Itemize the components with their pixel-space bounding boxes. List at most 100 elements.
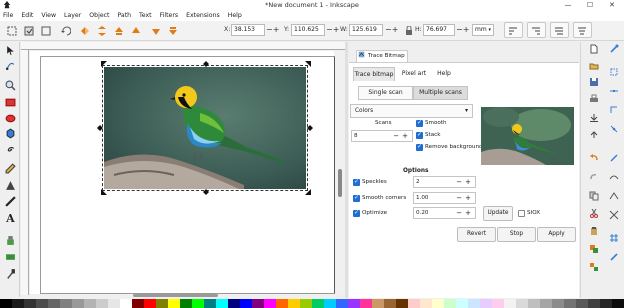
scale-handle-bottom-right[interactable] bbox=[305, 189, 311, 195]
import-icon[interactable] bbox=[589, 113, 599, 123]
flip-vertical-icon[interactable] bbox=[97, 26, 107, 36]
snap-grid-icon[interactable] bbox=[609, 233, 619, 243]
palette-swatch[interactable] bbox=[444, 299, 456, 308]
pencil-tool-icon[interactable] bbox=[5, 163, 16, 174]
palette-swatch[interactable] bbox=[228, 299, 240, 308]
unit-select[interactable]: mm ▾ bbox=[472, 24, 494, 36]
rectangle-tool-icon[interactable] bbox=[5, 97, 16, 108]
dropper-tool-icon[interactable] bbox=[5, 268, 16, 279]
snap-bbox-icon[interactable] bbox=[609, 67, 619, 77]
dock-separator[interactable] bbox=[345, 42, 348, 298]
smooth-corners-stepper[interactable]: −+ bbox=[456, 193, 474, 203]
optimize-stepper[interactable]: −+ bbox=[456, 208, 474, 218]
scale-handle-top-left[interactable] bbox=[101, 61, 107, 67]
palette-swatch[interactable] bbox=[600, 299, 612, 308]
lock-proportions-icon[interactable] bbox=[404, 26, 414, 36]
x-field[interactable]: 38.153 bbox=[231, 24, 265, 36]
menu-help[interactable]: Help bbox=[228, 12, 242, 19]
palette-swatch[interactable] bbox=[396, 299, 408, 308]
print-icon[interactable] bbox=[589, 94, 599, 104]
palette-swatch[interactable] bbox=[132, 299, 144, 308]
export-icon[interactable] bbox=[589, 130, 599, 140]
palette-swatch[interactable] bbox=[72, 299, 84, 308]
pen-tool-icon[interactable] bbox=[5, 180, 16, 191]
optimize-spinbox[interactable]: 0.20 −+ bbox=[413, 207, 476, 219]
palette-swatch[interactable] bbox=[312, 299, 324, 308]
maximize-button[interactable]: ☐ bbox=[580, 0, 600, 10]
w-stepper[interactable]: −+ bbox=[385, 25, 398, 35]
flip-horizontal-icon[interactable] bbox=[80, 26, 90, 36]
palette-swatch[interactable] bbox=[216, 299, 228, 308]
palette-swatch[interactable] bbox=[408, 299, 420, 308]
snap-cusp-icon[interactable] bbox=[609, 191, 619, 201]
palette-swatch[interactable] bbox=[456, 299, 468, 308]
palette-swatch[interactable] bbox=[144, 299, 156, 308]
menu-extensions[interactable]: Extensions bbox=[186, 12, 220, 19]
palette-swatch[interactable] bbox=[540, 299, 552, 308]
palette-swatch[interactable] bbox=[528, 299, 540, 308]
palette-swatch[interactable] bbox=[576, 299, 588, 308]
horizontal-scroll-thumb[interactable] bbox=[133, 294, 218, 297]
vertical-scroll-thumb[interactable] bbox=[338, 169, 342, 197]
text-tool-icon[interactable]: A bbox=[5, 212, 16, 223]
palette-swatch[interactable] bbox=[24, 299, 36, 308]
smooth-corners-checkbox[interactable] bbox=[353, 194, 360, 202]
save-document-icon[interactable] bbox=[589, 77, 599, 87]
scans-spinbox[interactable]: 8 −+ bbox=[351, 130, 413, 142]
palette-swatch[interactable] bbox=[372, 299, 384, 308]
selector-tool-icon[interactable] bbox=[5, 45, 16, 56]
palette-swatch[interactable] bbox=[204, 299, 216, 308]
scale-handle-top-right[interactable] bbox=[305, 61, 311, 67]
palette-swatch[interactable] bbox=[96, 299, 108, 308]
spray-tool-icon[interactable] bbox=[5, 235, 16, 246]
smooth-checkbox[interactable] bbox=[416, 119, 423, 127]
palette-swatch[interactable] bbox=[60, 299, 72, 308]
palette-swatch[interactable] bbox=[300, 299, 312, 308]
speckles-spinbox[interactable]: 2 −+ bbox=[413, 176, 476, 188]
snap-toggle-icon[interactable] bbox=[609, 44, 619, 54]
select-all-icon[interactable] bbox=[7, 26, 17, 36]
palette-swatch[interactable] bbox=[552, 299, 564, 308]
w-field[interactable]: 125.619 bbox=[349, 24, 383, 36]
menu-path[interactable]: Path bbox=[117, 12, 131, 19]
palette-swatch[interactable] bbox=[252, 299, 264, 308]
multiple-scans-button[interactable]: Multiple scans bbox=[413, 86, 468, 100]
menu-object[interactable]: Object bbox=[89, 12, 109, 19]
menu-layer[interactable]: Layer bbox=[64, 12, 81, 19]
3d-box-tool-icon[interactable] bbox=[5, 128, 16, 139]
palette-swatch[interactable] bbox=[492, 299, 504, 308]
calligraphy-tool-icon[interactable] bbox=[5, 196, 16, 207]
palette-swatch[interactable] bbox=[612, 299, 624, 308]
open-document-icon[interactable] bbox=[589, 61, 599, 71]
siox-checkbox[interactable] bbox=[518, 210, 525, 217]
palette-swatch[interactable] bbox=[360, 299, 372, 308]
tab-pixel-art[interactable]: Pixel art bbox=[396, 67, 432, 81]
menu-edit[interactable]: Edit bbox=[21, 12, 33, 19]
apply-button[interactable]: Apply bbox=[537, 227, 576, 242]
palette-swatch[interactable] bbox=[504, 299, 516, 308]
node-tool-icon[interactable] bbox=[5, 60, 16, 71]
snap-corners-icon[interactable] bbox=[609, 105, 619, 115]
new-document-icon[interactable] bbox=[589, 44, 599, 54]
spiral-tool-icon[interactable] bbox=[5, 144, 16, 155]
horizontal-scrollbar[interactable] bbox=[30, 294, 335, 298]
ellipse-tool-icon[interactable] bbox=[5, 113, 16, 124]
scans-stepper[interactable]: −+ bbox=[393, 131, 411, 141]
deselect-icon[interactable] bbox=[41, 26, 51, 36]
optimize-checkbox[interactable] bbox=[353, 209, 360, 217]
palette-swatch[interactable] bbox=[276, 299, 288, 308]
update-button[interactable]: Update bbox=[483, 206, 513, 221]
group-icon[interactable] bbox=[589, 244, 599, 254]
zoom-tool-icon[interactable] bbox=[5, 80, 16, 91]
palette-swatch[interactable] bbox=[432, 299, 444, 308]
palette-swatch[interactable] bbox=[0, 299, 12, 308]
tab-help[interactable]: Help bbox=[432, 67, 456, 81]
palette-swatch[interactable] bbox=[48, 299, 60, 308]
raise-to-top-icon[interactable] bbox=[114, 26, 124, 36]
palette-swatch[interactable] bbox=[480, 299, 492, 308]
smooth-corners-spinbox[interactable]: 1.00 −+ bbox=[413, 192, 476, 204]
snap-nodes-icon[interactable] bbox=[609, 153, 619, 163]
select-all-layers-icon[interactable] bbox=[24, 26, 34, 36]
revert-button[interactable]: Revert bbox=[457, 227, 496, 242]
scale-handle-right[interactable] bbox=[307, 125, 313, 131]
